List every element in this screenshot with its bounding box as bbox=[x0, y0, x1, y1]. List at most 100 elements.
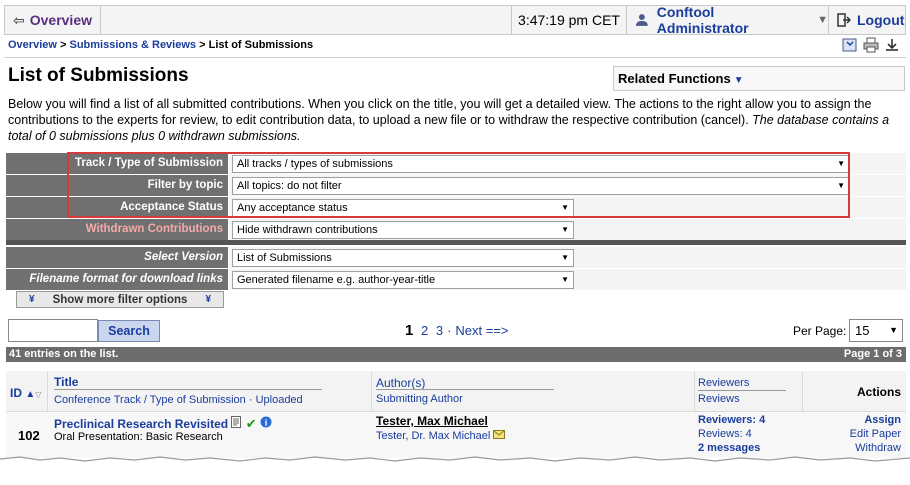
user-menu[interactable]: Conftool Administrator ▼ bbox=[627, 4, 829, 36]
logout-label: Logout bbox=[857, 12, 905, 28]
dropdown-arrow-icon: ▼ bbox=[889, 325, 898, 335]
col-reviewers[interactable]: Reviewers bbox=[698, 377, 749, 389]
page-2-link[interactable]: 2 bbox=[421, 323, 428, 338]
document-icon[interactable] bbox=[231, 416, 242, 431]
row-reviews[interactable]: Reviews: 4 bbox=[698, 428, 752, 440]
per-page-select[interactable]: 15 ▼ bbox=[849, 319, 903, 342]
assign-link[interactable]: Assign bbox=[806, 414, 901, 426]
withdrawn-value: Hide withdrawn contributions bbox=[237, 224, 378, 236]
torn-line bbox=[0, 456, 910, 462]
dropdown-arrow-icon: ▼ bbox=[561, 275, 569, 284]
pagination: 1 2 3 · Next ==> bbox=[405, 322, 513, 339]
filename-label: Filename format for download links bbox=[6, 269, 228, 290]
breadcrumb-overview[interactable]: Overview bbox=[8, 39, 57, 51]
topic-label: Filter by topic bbox=[6, 175, 228, 196]
info-icon[interactable]: i bbox=[260, 416, 272, 431]
download-icon[interactable] bbox=[884, 37, 900, 53]
header-underline bbox=[376, 389, 554, 390]
filter-row-filename: Filename format for download links Gener… bbox=[6, 269, 906, 291]
col-submitting-author[interactable]: Submitting Author bbox=[376, 393, 463, 405]
entries-count: 41 entries on the list. bbox=[9, 348, 119, 360]
filter-row-version: Select Version List of Submissions ▼ bbox=[6, 247, 906, 269]
col-title-sub-separator: · bbox=[248, 394, 253, 406]
entries-bar: 41 entries on the list. Page 1 of 3 bbox=[6, 347, 906, 362]
row-title: Preclinical Research Revisited ✔ i bbox=[54, 416, 272, 432]
breadcrumb-separator: > bbox=[199, 39, 206, 51]
user-icon bbox=[635, 14, 648, 26]
pager-separator: · bbox=[447, 323, 452, 338]
filter-row-acceptance: Acceptance Status Any acceptance status ▼ bbox=[6, 197, 906, 219]
filter-divider bbox=[6, 240, 906, 245]
checkmark-icon: ✔ bbox=[245, 416, 257, 431]
withdrawn-label: Withdrawn Contributions bbox=[6, 219, 228, 240]
breadcrumb-submissions[interactable]: Submissions & Reviews bbox=[69, 39, 196, 51]
clock: 3:47:19 pm CET bbox=[511, 6, 627, 34]
dropdown-arrow-icon: ▼ bbox=[837, 181, 845, 190]
bookmark-icon[interactable] bbox=[842, 37, 858, 53]
next-page-link[interactable]: Next ==> bbox=[455, 323, 508, 338]
track-select[interactable]: All tracks / types of submissions ▼ bbox=[232, 155, 850, 173]
intro-text: Below you will find a list of all submit… bbox=[8, 96, 903, 144]
paper-title-link[interactable]: Preclinical Research Revisited bbox=[54, 417, 228, 431]
print-icon[interactable] bbox=[863, 37, 879, 53]
breadcrumb: Overview > Submissions & Reviews > List … bbox=[8, 39, 313, 51]
sort-ascending-icon: ▲ bbox=[25, 389, 36, 400]
torn-edge bbox=[0, 458, 910, 485]
per-page-value: 15 bbox=[855, 323, 870, 338]
row-reviewers[interactable]: Reviewers: 4 bbox=[698, 414, 765, 426]
page-tools bbox=[842, 37, 900, 53]
breadcrumb-separator: > bbox=[59, 39, 67, 51]
track-label: Track / Type of Submission bbox=[6, 153, 228, 174]
acceptance-value: Any acceptance status bbox=[237, 202, 348, 214]
overview-label: Overview bbox=[29, 12, 92, 28]
col-authors[interactable]: Author(s) bbox=[376, 376, 425, 390]
version-value: List of Submissions bbox=[237, 252, 332, 264]
related-functions-dropdown[interactable]: Related Functions ▼ bbox=[613, 66, 905, 91]
withdrawn-select[interactable]: Hide withdrawn contributions ▼ bbox=[232, 221, 574, 239]
row-submitter: Tester, Dr. Max Michael bbox=[376, 430, 506, 442]
row-author[interactable]: Tester, Max Michael bbox=[376, 414, 488, 428]
sort-descending-icon: ▽ bbox=[35, 390, 42, 399]
col-actions: Actions bbox=[857, 385, 902, 399]
overview-button[interactable]: ⇦ Overview bbox=[5, 6, 101, 34]
withdraw-link[interactable]: Withdraw bbox=[806, 442, 901, 454]
intro-body: Below you will find a list of all submit… bbox=[8, 97, 872, 127]
logout-button[interactable]: Logout bbox=[829, 6, 907, 34]
filter-row-track: Track / Type of Submission All tracks / … bbox=[6, 153, 906, 175]
search-button[interactable]: Search bbox=[98, 320, 160, 342]
edit-paper-link[interactable]: Edit Paper bbox=[806, 428, 901, 440]
dropdown-arrow-icon: ▼ bbox=[837, 159, 845, 168]
row-messages[interactable]: 2 messages bbox=[698, 442, 760, 454]
col-reviews[interactable]: Reviews bbox=[698, 393, 740, 405]
top-bar: ⇦ Overview 3:47:19 pm CET Conftool Admin… bbox=[4, 4, 907, 36]
filter-row-topic: Filter by topic All topics: do not filte… bbox=[6, 175, 906, 197]
col-track-link[interactable]: Conference Track / Type of Submission bbox=[54, 394, 246, 406]
topic-select[interactable]: All topics: do not filter ▼ bbox=[232, 177, 850, 195]
show-more-filters-button[interactable]: ¥ Show more filter options ¥ bbox=[16, 291, 224, 308]
page-indicator: Page 1 of 3 bbox=[843, 348, 902, 360]
sort-id[interactable]: ID ▲▽ bbox=[10, 386, 41, 400]
filename-select[interactable]: Generated filename e.g. author-year-titl… bbox=[232, 271, 574, 289]
col-uploaded-link[interactable]: Uploaded bbox=[256, 394, 303, 406]
dropdown-arrow-icon: ▼ bbox=[561, 203, 569, 212]
dropdown-arrow-icon: ▼ bbox=[561, 225, 569, 234]
version-label: Select Version bbox=[6, 247, 228, 268]
page-title: List of Submissions bbox=[8, 65, 189, 86]
row-track: Oral Presentation: Basic Research bbox=[54, 431, 223, 443]
dropdown-arrow-icon: ▼ bbox=[561, 253, 569, 262]
envelope-icon[interactable] bbox=[493, 430, 506, 442]
page-current: 1 bbox=[405, 322, 414, 339]
page-3-link[interactable]: 3 bbox=[436, 323, 443, 338]
double-chevron-down-icon: ¥ bbox=[205, 294, 211, 305]
divider bbox=[4, 57, 906, 58]
header-underline bbox=[54, 389, 322, 390]
submitter-link[interactable]: Tester, Dr. Max Michael bbox=[376, 430, 490, 442]
col-id-label: ID bbox=[10, 386, 22, 400]
col-title[interactable]: Title bbox=[54, 375, 78, 389]
breadcrumb-current: List of Submissions bbox=[208, 39, 314, 51]
version-select[interactable]: List of Submissions ▼ bbox=[232, 249, 574, 267]
acceptance-select[interactable]: Any acceptance status ▼ bbox=[232, 199, 574, 217]
back-arrow-icon: ⇦ bbox=[13, 11, 25, 28]
col-title-sub: Conference Track / Type of Submission · … bbox=[54, 394, 303, 406]
search-input[interactable] bbox=[8, 319, 98, 342]
